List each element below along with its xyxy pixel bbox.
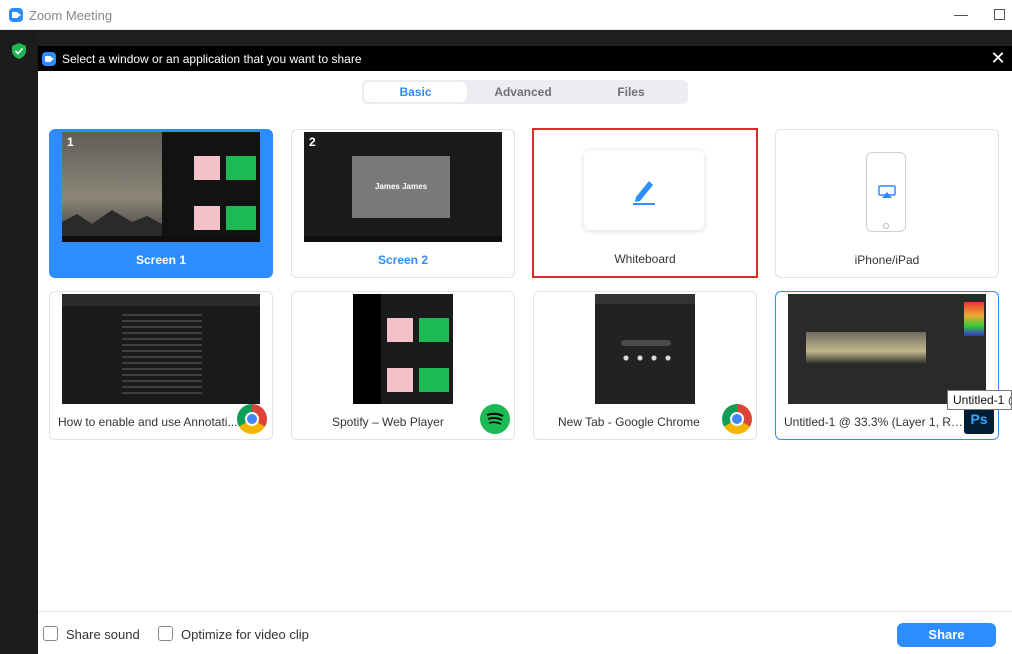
share-dialog: Select a window or an application that y… [38,46,1012,654]
share-sound-label: Share sound [66,627,140,642]
tile-label: Screen 1 [135,253,187,267]
close-button[interactable]: ✕ [989,49,1007,67]
tab-advanced[interactable]: Advanced [470,82,576,102]
spotify-icon [480,404,510,434]
tile-annotation-window[interactable]: How to enable and use Annotati... [49,291,273,440]
tile-new-tab-chrome[interactable]: New Tab - Google Chrome [533,291,757,440]
tab-files[interactable]: Files [578,82,684,102]
window-thumbnail [353,294,453,404]
dialog-title: Select a window or an application that y… [62,52,362,66]
tile-photoshop[interactable]: Untitled-1 @ 33.3% (Layer 1, RGB... Ps [775,291,999,440]
maximize-button[interactable] [994,9,1005,20]
tile-label: Untitled-1 @ 33.3% (Layer 1, RGB... [784,415,964,429]
share-sound-checkbox[interactable] [43,626,58,641]
whiteboard-card [584,150,704,230]
screen-number: 1 [67,135,74,149]
window-title: Zoom Meeting [29,8,113,23]
tile-spotify[interactable]: Spotify – Web Player [291,291,515,440]
tile-label: How to enable and use Annotati... [58,415,238,429]
tile-screen-2[interactable]: James James 2 Screen 2 [291,129,515,278]
minimize-button[interactable]: — [954,6,968,22]
tile-label: New Tab - Google Chrome [558,415,700,429]
optimize-video-label: Optimize for video clip [181,627,309,642]
window-thumbnail [62,294,260,404]
tile-label: Screen 2 [377,253,429,267]
dialog-footer: Share sound Optimize for video clip Shar… [38,611,1012,654]
share-tabs: Basic Advanced Files [362,80,688,104]
tab-basic[interactable]: Basic [364,82,467,102]
window-thumbnail [595,294,695,404]
window-thumbnail [788,294,986,404]
tile-iphone-ipad[interactable]: iPhone/iPad [775,129,999,278]
shield-icon [12,43,26,59]
airplay-icon [878,185,896,198]
zoom-logo-icon [42,52,56,66]
screen-2-thumbnail: James James 2 [304,132,502,242]
tile-whiteboard[interactable]: Whiteboard [532,128,758,278]
screen-1-thumbnail: 1 [62,132,260,242]
tile-screen-1[interactable]: 1 Screen 1 [49,129,273,278]
tile-label: iPhone/iPad [854,253,920,267]
phone-illustration [866,152,906,232]
tile-label: Whiteboard [614,252,676,266]
share-button[interactable]: Share [897,623,996,647]
screen-number: 2 [309,135,316,149]
left-strip [0,31,38,654]
window-titlebar: Zoom Meeting — [0,0,1012,30]
dialog-header: Select a window or an application that y… [38,46,1012,71]
thumbnail-text: James James [374,182,428,191]
chrome-icon [237,404,267,434]
optimize-video-checkbox[interactable] [158,626,173,641]
chrome-icon [722,404,752,434]
tooltip: Untitled-1 @ 33.3% (Layer 1, RGB/8) * [947,390,1012,410]
zoom-logo-icon [9,8,23,22]
tile-label: Spotify – Web Player [332,415,444,429]
pencil-icon [633,181,655,205]
